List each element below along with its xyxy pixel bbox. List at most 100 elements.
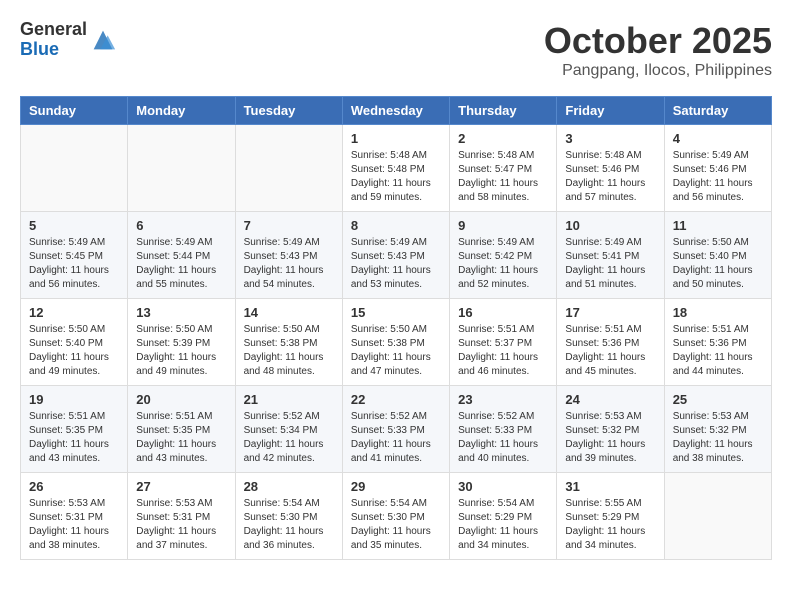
calendar-week-4: 19 Sunrise: 5:51 AM Sunset: 5:35 PM Dayli…	[21, 386, 772, 473]
calendar-cell: 11 Sunrise: 5:50 AM Sunset: 5:40 PM Dayli…	[664, 212, 771, 299]
title-section: October 2025 Pangpang, Ilocos, Philippin…	[544, 20, 772, 80]
day-number: 24	[565, 392, 655, 407]
day-number: 18	[673, 305, 763, 320]
day-number: 23	[458, 392, 548, 407]
day-info: Sunrise: 5:54 AM Sunset: 5:30 PM Dayligh…	[351, 497, 441, 553]
calendar-cell: 22Sunrise: 5:52 AM Sunset: 5:33 PM Dayli…	[342, 386, 449, 473]
day-number: 6	[136, 218, 226, 233]
day-number: 9	[458, 218, 548, 233]
day-info: Sunrise: 5:49 AM Sunset: 5:43 PM Dayligh…	[351, 236, 441, 292]
day-info: Sunrise: 5:50 AM Sunset: 5:38 PM Dayligh…	[351, 323, 441, 379]
day-number: 25	[673, 392, 763, 407]
calendar-cell: 24 Sunrise: 5:53 AM Sunset: 5:32 PM Dayli…	[557, 386, 664, 473]
day-info: Sunrise: 5:53 AM Sunset: 5:31 PM Dayligh…	[29, 497, 119, 553]
calendar-cell: 20 Sunrise: 5:51 AM Sunset: 5:35 PM Dayli…	[128, 386, 235, 473]
weekday-header-tuesday: Tuesday	[235, 97, 342, 125]
day-info: Sunrise: 5:53 AM Sunset: 5:32 PM Dayligh…	[565, 410, 655, 466]
day-info: Sunrise: 5:50 AM Sunset: 5:40 PM Dayligh…	[29, 323, 119, 379]
day-info: Sunrise: 5:54 AM Sunset: 5:30 PM Dayligh…	[244, 497, 334, 553]
calendar-cell: 4Sunrise: 5:49 AM Sunset: 5:46 PM Daylig…	[664, 125, 771, 212]
day-info: Sunrise: 5:48 AM Sunset: 5:47 PM Dayligh…	[458, 149, 548, 205]
day-number: 21	[244, 392, 334, 407]
calendar-cell: 31 Sunrise: 5:55 AM Sunset: 5:29 PM Dayli…	[557, 473, 664, 560]
day-info: Sunrise: 5:49 AM Sunset: 5:42 PM Dayligh…	[458, 236, 548, 292]
day-number: 2	[458, 131, 548, 146]
day-number: 13	[136, 305, 226, 320]
day-info: Sunrise: 5:48 AM Sunset: 5:46 PM Dayligh…	[565, 149, 655, 205]
day-info: Sunrise: 5:50 AM Sunset: 5:38 PM Dayligh…	[244, 323, 334, 379]
day-info: Sunrise: 5:50 AM Sunset: 5:40 PM Dayligh…	[673, 236, 763, 292]
month-title: October 2025	[544, 20, 772, 62]
location-title: Pangpang, Ilocos, Philippines	[544, 62, 772, 80]
day-number: 15	[351, 305, 441, 320]
day-number: 7	[244, 218, 334, 233]
day-number: 17	[565, 305, 655, 320]
day-info: Sunrise: 5:53 AM Sunset: 5:32 PM Dayligh…	[673, 410, 763, 466]
calendar-cell: 12 Sunrise: 5:50 AM Sunset: 5:40 PM Dayli…	[21, 299, 128, 386]
calendar-body: 1Sunrise: 5:48 AM Sunset: 5:48 PM Daylig…	[21, 125, 772, 560]
day-number: 22	[351, 392, 441, 407]
day-number: 29	[351, 479, 441, 494]
calendar-cell: 27Sunrise: 5:53 AM Sunset: 5:31 PM Dayli…	[128, 473, 235, 560]
day-info: Sunrise: 5:49 AM Sunset: 5:43 PM Dayligh…	[244, 236, 334, 292]
calendar-cell: 16 Sunrise: 5:51 AM Sunset: 5:37 PM Dayli…	[450, 299, 557, 386]
day-info: Sunrise: 5:49 AM Sunset: 5:41 PM Dayligh…	[565, 236, 655, 292]
day-info: Sunrise: 5:48 AM Sunset: 5:48 PM Dayligh…	[351, 149, 441, 205]
day-number: 8	[351, 218, 441, 233]
day-number: 30	[458, 479, 548, 494]
day-number: 11	[673, 218, 763, 233]
page-header: General Blue October 2025 Pangpang, Iloc…	[20, 20, 772, 80]
calendar-cell: 8 Sunrise: 5:49 AM Sunset: 5:43 PM Daylig…	[342, 212, 449, 299]
calendar-cell: 2 Sunrise: 5:48 AM Sunset: 5:47 PM Daylig…	[450, 125, 557, 212]
day-info: Sunrise: 5:52 AM Sunset: 5:34 PM Dayligh…	[244, 410, 334, 466]
calendar-cell: 14 Sunrise: 5:50 AM Sunset: 5:38 PM Dayli…	[235, 299, 342, 386]
day-info: Sunrise: 5:54 AM Sunset: 5:29 PM Dayligh…	[458, 497, 548, 553]
logo-blue-text: Blue	[20, 40, 87, 60]
day-info: Sunrise: 5:50 AM Sunset: 5:39 PM Dayligh…	[136, 323, 226, 379]
day-number: 26	[29, 479, 119, 494]
calendar-cell: 7 Sunrise: 5:49 AM Sunset: 5:43 PM Daylig…	[235, 212, 342, 299]
calendar-cell: 23 Sunrise: 5:52 AM Sunset: 5:33 PM Dayli…	[450, 386, 557, 473]
calendar-cell: 19 Sunrise: 5:51 AM Sunset: 5:35 PM Dayli…	[21, 386, 128, 473]
day-info: Sunrise: 5:52 AM Sunset: 5:33 PM Dayligh…	[458, 410, 548, 466]
calendar-week-3: 12 Sunrise: 5:50 AM Sunset: 5:40 PM Dayli…	[21, 299, 772, 386]
day-info: Sunrise: 5:51 AM Sunset: 5:35 PM Dayligh…	[136, 410, 226, 466]
day-number: 19	[29, 392, 119, 407]
logo-icon	[89, 26, 117, 54]
calendar-week-5: 26 Sunrise: 5:53 AM Sunset: 5:31 PM Dayli…	[21, 473, 772, 560]
weekday-header-saturday: Saturday	[664, 97, 771, 125]
calendar-cell: 29 Sunrise: 5:54 AM Sunset: 5:30 PM Dayli…	[342, 473, 449, 560]
calendar-cell: 1Sunrise: 5:48 AM Sunset: 5:48 PM Daylig…	[342, 125, 449, 212]
calendar-cell: 5 Sunrise: 5:49 AM Sunset: 5:45 PM Daylig…	[21, 212, 128, 299]
calendar-cell: 21 Sunrise: 5:52 AM Sunset: 5:34 PM Dayli…	[235, 386, 342, 473]
weekday-header-wednesday: Wednesday	[342, 97, 449, 125]
weekday-header-friday: Friday	[557, 97, 664, 125]
calendar-cell: 18Sunrise: 5:51 AM Sunset: 5:36 PM Dayli…	[664, 299, 771, 386]
calendar-cell: 9 Sunrise: 5:49 AM Sunset: 5:42 PM Daylig…	[450, 212, 557, 299]
day-number: 16	[458, 305, 548, 320]
day-info: Sunrise: 5:49 AM Sunset: 5:44 PM Dayligh…	[136, 236, 226, 292]
calendar-cell: 26 Sunrise: 5:53 AM Sunset: 5:31 PM Dayli…	[21, 473, 128, 560]
day-number: 20	[136, 392, 226, 407]
day-info: Sunrise: 5:49 AM Sunset: 5:45 PM Dayligh…	[29, 236, 119, 292]
day-number: 12	[29, 305, 119, 320]
day-info: Sunrise: 5:51 AM Sunset: 5:35 PM Dayligh…	[29, 410, 119, 466]
logo-general-text: General	[20, 20, 87, 40]
weekday-header-row: SundayMondayTuesdayWednesdayThursdayFrid…	[21, 97, 772, 125]
day-number: 28	[244, 479, 334, 494]
day-number: 4	[673, 131, 763, 146]
calendar-cell: 17Sunrise: 5:51 AM Sunset: 5:36 PM Dayli…	[557, 299, 664, 386]
day-info: Sunrise: 5:55 AM Sunset: 5:29 PM Dayligh…	[565, 497, 655, 553]
day-info: Sunrise: 5:51 AM Sunset: 5:37 PM Dayligh…	[458, 323, 548, 379]
weekday-header-sunday: Sunday	[21, 97, 128, 125]
calendar-cell: 13 Sunrise: 5:50 AM Sunset: 5:39 PM Dayli…	[128, 299, 235, 386]
calendar-cell: 3Sunrise: 5:48 AM Sunset: 5:46 PM Daylig…	[557, 125, 664, 212]
calendar-cell	[21, 125, 128, 212]
day-number: 5	[29, 218, 119, 233]
day-number: 27	[136, 479, 226, 494]
day-number: 31	[565, 479, 655, 494]
calendar-cell: 25 Sunrise: 5:53 AM Sunset: 5:32 PM Dayli…	[664, 386, 771, 473]
calendar-header: SundayMondayTuesdayWednesdayThursdayFrid…	[21, 97, 772, 125]
day-number: 14	[244, 305, 334, 320]
weekday-header-monday: Monday	[128, 97, 235, 125]
